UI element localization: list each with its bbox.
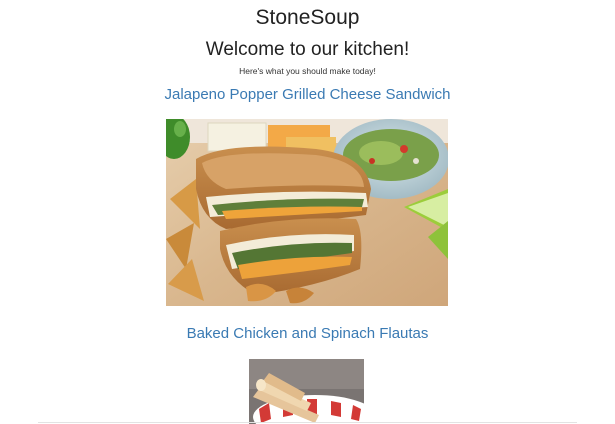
recipe-title-link[interactable]: Baked Chicken and Spinach Flautas	[0, 324, 615, 344]
recipe-photo-grilled-cheese[interactable]	[166, 119, 448, 306]
tagline: Here's what you should make today!	[239, 66, 376, 76]
welcome-heading: Welcome to our kitchen!	[205, 39, 410, 60]
page: StoneSoup Welcome to our kitchen! Here's…	[0, 0, 615, 424]
recipe-photo-flautas[interactable]	[249, 359, 364, 424]
recipe-title-link[interactable]: Jalapeno Popper Grilled Cheese Sandwich	[0, 85, 615, 105]
divider	[38, 422, 577, 423]
site-title: StoneSoup	[255, 6, 360, 29]
